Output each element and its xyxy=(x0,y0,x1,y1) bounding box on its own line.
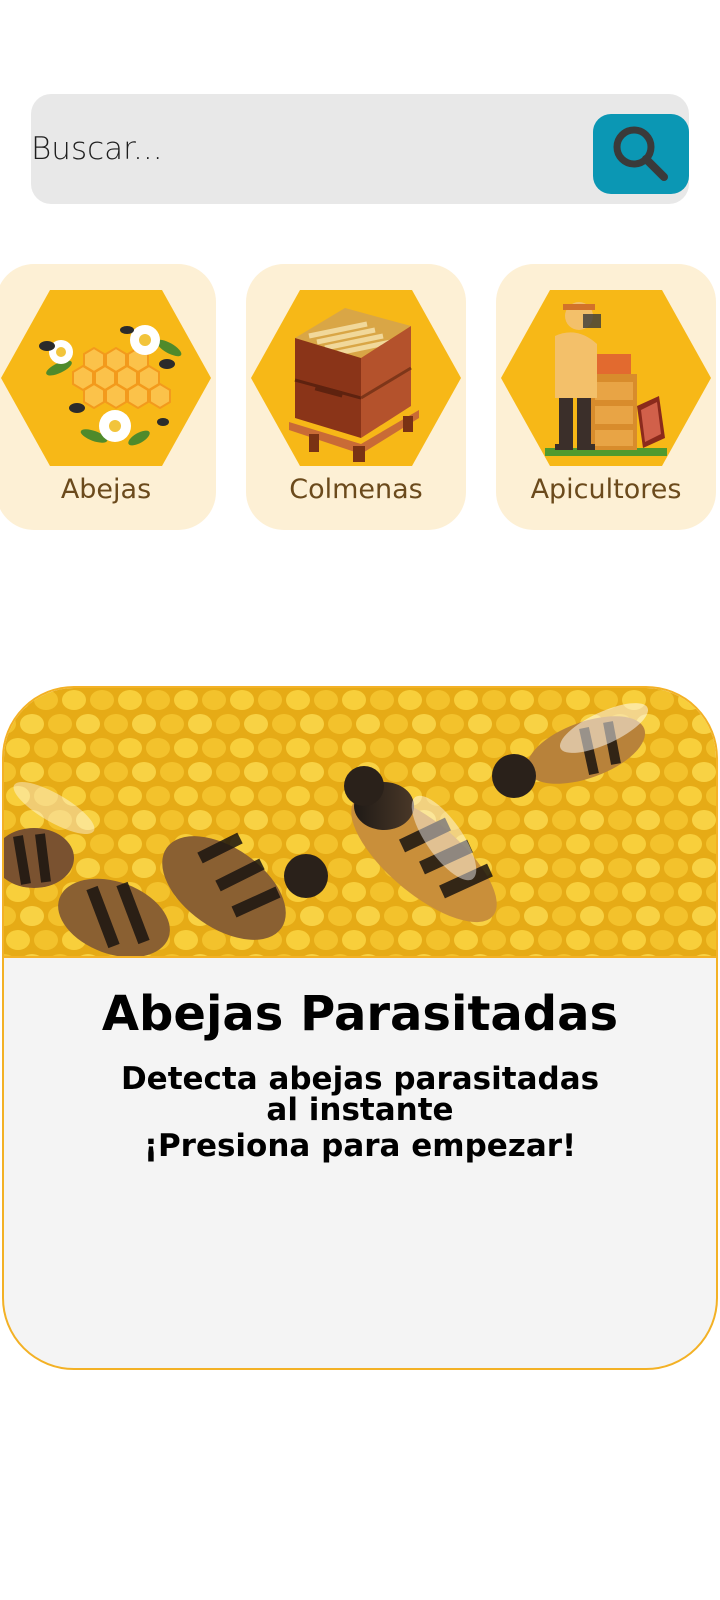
feature-card[interactable]: Abejas Parasitadas Detecta abejas parasi… xyxy=(2,686,718,1370)
beehive-box-icon xyxy=(251,290,461,466)
honeycomb-bees-icon xyxy=(1,290,211,466)
bees-on-honeycomb-photo xyxy=(4,688,716,956)
search-bar xyxy=(31,94,689,204)
feature-cta: ¡Presiona para empezar! xyxy=(143,1128,577,1164)
category-apicultores-card[interactable]: Apicultores xyxy=(496,264,716,530)
beekeeper-icon xyxy=(501,290,711,466)
category-abejas-card[interactable]: Abejas xyxy=(0,264,216,530)
feature-subtitle-line: Detecta abejas parasitadas xyxy=(120,1061,600,1097)
search-icon xyxy=(613,126,668,181)
search-input[interactable] xyxy=(31,94,571,204)
category-label: Apicultores xyxy=(530,474,682,505)
feature-subtitle: Detecta abejas parasitadas al instante xyxy=(4,1064,716,1126)
search-button[interactable] xyxy=(593,114,689,194)
feature-divider xyxy=(4,956,716,958)
feature-subtitle-line: al instante xyxy=(266,1092,454,1128)
category-label: Abejas xyxy=(60,474,152,505)
feature-title: Abejas Parasitadas xyxy=(101,986,619,1042)
category-colmenas-card[interactable]: Colmenas xyxy=(246,264,466,530)
category-label: Colmenas xyxy=(289,474,423,505)
